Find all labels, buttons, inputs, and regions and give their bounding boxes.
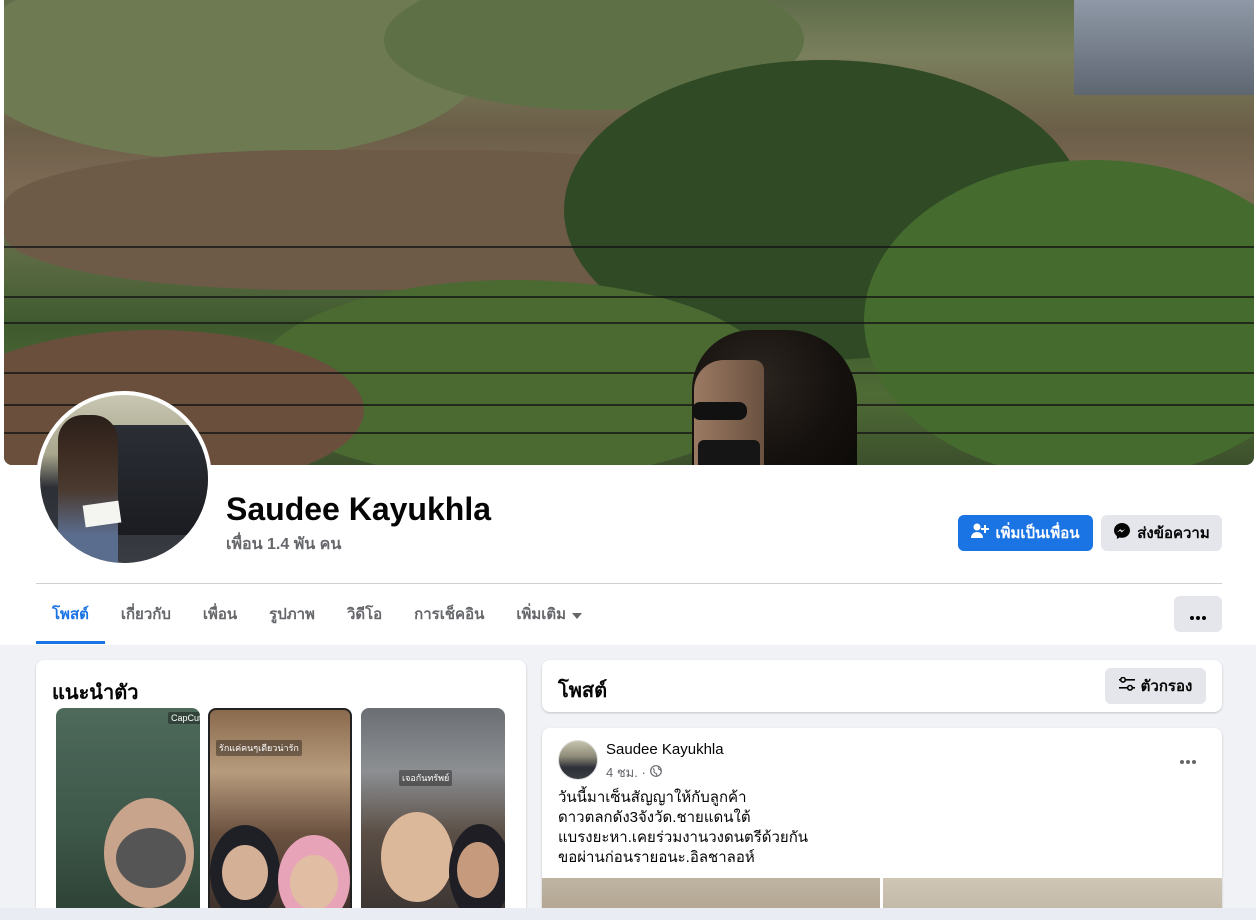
add-person-icon xyxy=(971,523,990,543)
caret-down-icon xyxy=(572,606,583,623)
profile-header: Saudee Kayukhla เพื่อน 1.4 พัน คน เพิ่มเ… xyxy=(0,0,1256,645)
message-label: ส่งข้อความ xyxy=(1137,525,1210,542)
profile-tabs: โพสต์ เกี่ยวกับ เพื่อน รูปภาพ วิดีโอ การ… xyxy=(36,584,598,644)
posts-header-card: โพสต์ ตัวกรอง xyxy=(542,660,1222,712)
tab-videos[interactable]: วิดีโอ xyxy=(331,584,398,644)
post-time[interactable]: 4 ชม. · xyxy=(606,762,646,783)
add-friend-label: เพิ่มเป็นเพื่อน xyxy=(995,525,1080,542)
tab-posts[interactable]: โพสต์ xyxy=(36,584,105,644)
tab-checkins[interactable]: การเช็คอิน xyxy=(398,584,500,644)
post-author-name[interactable]: Saudee Kayukhla xyxy=(606,741,724,758)
profile-avatar[interactable] xyxy=(36,391,212,567)
add-friend-button[interactable]: เพิ่มเป็นเพื่อน xyxy=(958,515,1093,551)
featured-story[interactable]: เจอกันทรัพย์ xyxy=(361,708,505,918)
post-text-line: ดาวตลกดัง3จังวัด.ชายแดนใต้ xyxy=(558,809,751,826)
tab-about[interactable]: เกี่ยวกับ xyxy=(105,584,187,644)
filter-label: ตัวกรอง xyxy=(1140,678,1193,695)
post-meta: 4 ชม. · xyxy=(606,762,662,783)
post-text-line: ขอผ่านก่อนรายอนะ.อิลชาลอห์ xyxy=(558,849,755,866)
featured-story[interactable]: รักแค่คนๆเดียวน่ารัก xyxy=(208,708,352,918)
tab-more[interactable]: เพิ่มเติม xyxy=(500,584,598,644)
story-caption: รักแค่คนๆเดียวน่ารัก xyxy=(216,740,302,756)
story-caption: CapCut xyxy=(168,712,200,724)
ellipsis-icon xyxy=(1190,603,1206,626)
filter-button[interactable]: ตัวกรอง xyxy=(1105,668,1206,704)
os-taskbar xyxy=(0,908,1256,920)
featured-story[interactable]: CapCut xyxy=(56,708,200,918)
post-card: Saudee Kayukhla 4 ชม. · วันนี้มาเซ็นสัญญ… xyxy=(542,728,1222,920)
intro-card: แนะนำตัว CapCut รักแค่คนๆเดียวน่ารัก เจอ… xyxy=(36,660,526,920)
cover-photo[interactable] xyxy=(4,0,1254,465)
post-text-line: แบรงยะหา.เคยร่วมงานวงดนตรีด้วยกัน xyxy=(558,829,809,846)
post-author-avatar[interactable] xyxy=(558,740,598,780)
tab-photos[interactable]: รูปภาพ xyxy=(253,584,331,644)
profile-name: Saudee Kayukhla xyxy=(226,491,491,527)
message-button[interactable]: ส่งข้อความ xyxy=(1101,515,1222,551)
more-options-button[interactable] xyxy=(1174,596,1222,632)
posts-title: โพสต์ xyxy=(558,680,608,702)
sliders-icon xyxy=(1118,676,1135,695)
ellipsis-icon xyxy=(1180,747,1196,770)
intro-title: แนะนำตัว xyxy=(52,682,139,704)
post-text-line: วันนี้มาเซ็นสัญญาให้กับลูกค้า xyxy=(558,789,747,806)
messenger-icon xyxy=(1113,522,1131,544)
globe-icon xyxy=(649,765,662,780)
story-caption: เจอกันทรัพย์ xyxy=(399,770,453,786)
post-text: วันนี้มาเซ็นสัญญาให้กับลูกค้า ดาวตลกดัง3… xyxy=(558,788,808,868)
friends-count[interactable]: เพื่อน 1.4 พัน คน xyxy=(226,532,341,557)
tab-friends[interactable]: เพื่อน xyxy=(187,584,253,644)
post-options-button[interactable] xyxy=(1170,746,1206,770)
